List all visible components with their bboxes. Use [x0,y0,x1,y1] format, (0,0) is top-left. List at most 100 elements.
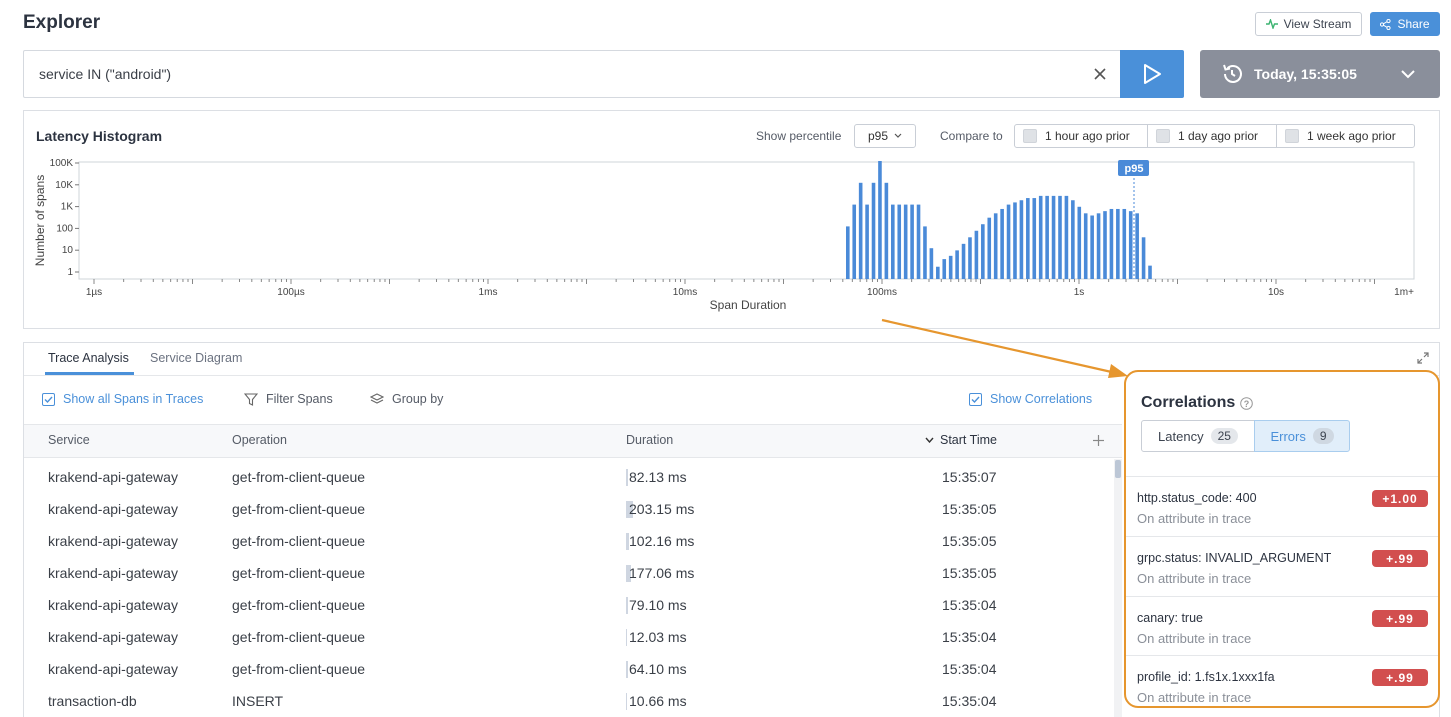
add-column-icon[interactable] [1093,435,1104,446]
histogram-bar [1148,265,1152,279]
histogram-bar [929,248,934,279]
percentile-select[interactable]: p95 [854,124,916,148]
y-axis-label: Number of spans [33,175,47,266]
tab-trace-analysis[interactable]: Trace Analysis [48,351,129,365]
compare-1-week[interactable]: 1 week ago prior [1276,124,1415,148]
histogram-bar [961,243,966,279]
compare-label: Compare to [940,129,1003,143]
show-correlations-label: Show Correlations [990,392,1093,406]
tab-latency[interactable]: Latency 25 [1141,420,1255,452]
table-row[interactable]: transaction-db INSERT 10.66 ms 15:35:04 [24,684,1114,716]
correlation-score-badge: +1.00 [1372,490,1428,507]
show-correlations-toggle[interactable]: Show Correlations [969,392,1092,406]
time-range-picker[interactable]: Today, 15:35:05 [1200,50,1440,98]
histogram-bar [1026,198,1030,279]
help-icon[interactable]: ? [1240,396,1254,410]
correlation-subtitle: On attribute in trace [1137,631,1252,646]
checkbox[interactable] [1023,129,1037,143]
histogram-bar [1090,215,1094,279]
histogram-bar [993,213,998,279]
show-all-spans-toggle[interactable]: Show all Spans in Traces [42,392,203,406]
column-start-time[interactable]: Start Time [925,433,997,447]
correlation-item[interactable]: grpc.status: INVALID_ARGUMENT On attribut… [1126,536,1438,595]
column-start-time-label: Start Time [940,433,997,447]
filter-spans-button[interactable]: Filter Spans [244,392,333,406]
column-service[interactable]: Service [48,433,90,447]
operation-cell: INSERT [232,693,284,709]
tab-service-diagram[interactable]: Service Diagram [150,351,242,365]
chevron-down-icon [894,133,902,138]
compare-option-label: 1 hour ago prior [1045,129,1130,143]
view-stream-label: View Stream [1283,17,1352,31]
correlation-name: canary: true [1137,611,1204,625]
y-tick-label: 1 [67,267,73,278]
clear-icon[interactable] [1090,64,1110,84]
duration-bar [626,661,628,678]
query-input[interactable]: service IN ("android") [23,50,1121,98]
column-duration[interactable]: Duration [626,433,673,447]
histogram-bar [858,182,863,279]
query-text: service IN ("android") [39,66,172,82]
checkbox[interactable] [1156,129,1170,143]
table-row[interactable]: krakend-api-gateway get-from-client-queue… [24,460,1114,492]
plot-area [78,161,1415,280]
duration-cell: 12.03 ms [629,629,687,645]
table-row[interactable]: krakend-api-gateway get-from-client-queue… [24,524,1114,556]
scrollbar-thumb[interactable] [1115,460,1121,478]
histogram-bar [1135,213,1139,279]
latency-histogram-chart: 100K 10K 1K 100 10 1 Number of spans 1µs 100µs 1m… [33,158,1415,312]
view-stream-button[interactable]: View Stream [1255,12,1362,36]
correlations-title: Correlations [1141,394,1236,411]
table-row[interactable]: krakend-api-gateway get-from-client-queue… [24,556,1114,588]
table-row[interactable]: krakend-api-gateway get-from-client-queue… [24,620,1114,652]
share-button[interactable]: Share [1370,12,1440,36]
histogram-bar [846,226,850,279]
service-cell: krakend-api-gateway [48,629,178,645]
correlation-item[interactable]: profile_id: 1.fs1x.1xxx1fa On attribute i… [1126,655,1438,714]
share-icon [1380,18,1392,30]
tab-errors[interactable]: Errors 9 [1254,420,1350,452]
x-tick-label: 10ms [673,287,697,298]
histogram-bar [1064,195,1069,279]
histogram-title: Latency Histogram [36,128,163,144]
x-tick-label: 100ms [867,287,897,298]
histogram-bar [916,204,921,279]
correlation-score-badge: +.99 [1372,669,1428,686]
column-operation[interactable]: Operation [232,433,287,447]
table-row[interactable]: krakend-api-gateway get-from-client-queue… [24,652,1114,684]
duration-cell: 102.16 ms [629,533,695,549]
run-query-button[interactable] [1120,50,1184,98]
sort-desc-icon [925,437,934,443]
histogram-bar [1058,195,1062,279]
table-row[interactable]: krakend-api-gateway get-from-client-queue… [24,492,1114,524]
correlation-score-badge: +.99 [1372,610,1428,627]
table-row[interactable]: krakend-api-gateway get-from-client-queue… [24,588,1114,620]
histogram-bar [1109,208,1114,279]
histogram-bar [1000,208,1004,279]
annotation-arrow [881,318,1128,378]
correlation-subtitle: On attribute in trace [1137,571,1252,586]
checkbox[interactable] [1285,129,1299,143]
histogram-bar [852,204,857,279]
service-cell: krakend-api-gateway [48,661,178,677]
group-by-button[interactable]: Group by [370,392,443,406]
correlation-item[interactable]: canary: true On attribute in trace +.99 [1126,596,1438,655]
group-by-label: Group by [392,392,444,406]
duration-bar [626,469,628,486]
histogram-bar [942,259,947,279]
compare-option-label: 1 week ago prior [1307,129,1396,143]
correlation-item[interactable]: http.status_code: 400 On attribute in tra… [1126,476,1438,535]
histogram-bar [1013,202,1017,279]
start-time-cell: 15:35:04 [942,629,997,645]
histogram-bar [1116,208,1120,279]
compare-1-day[interactable]: 1 day ago prior [1147,124,1277,148]
histogram-bar [1122,208,1127,279]
start-time-cell: 15:35:05 [942,533,997,549]
history-icon [1223,64,1242,83]
scrollbar[interactable] [1114,459,1122,717]
show-all-spans-label: Show all Spans in Traces [63,392,204,406]
x-axis-label: Span Duration [710,298,787,312]
compare-1-hour[interactable]: 1 hour ago prior [1014,124,1148,148]
histogram-bar [865,204,869,279]
expand-icon[interactable] [1417,352,1429,364]
